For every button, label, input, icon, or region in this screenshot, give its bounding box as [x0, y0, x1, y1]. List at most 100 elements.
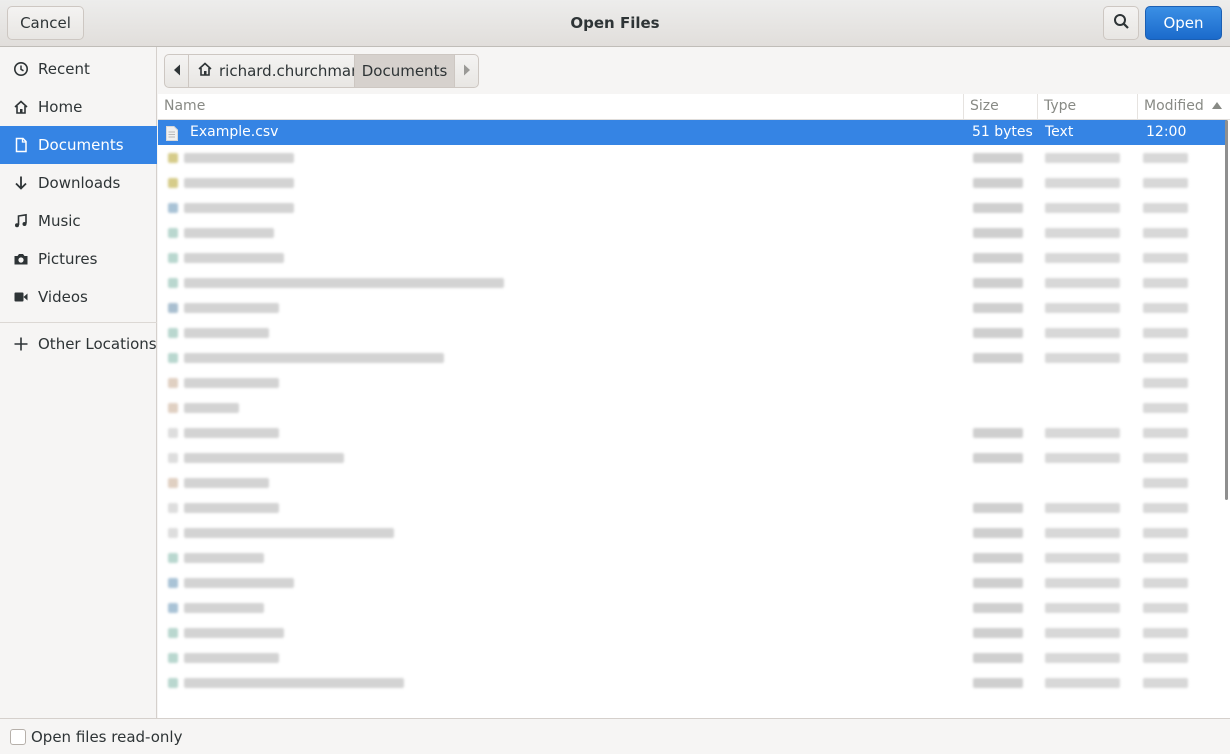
sidebar-item-downloads[interactable]: Downloads — [0, 164, 157, 202]
open-button[interactable]: Open — [1145, 6, 1222, 40]
sidebar-item-documents[interactable]: Documents — [0, 126, 157, 164]
obscured-file-type — [1045, 453, 1120, 463]
table-row[interactable]: Example.csv 51 bytes Text 12:00 — [158, 120, 1227, 145]
dialog-footer: Open files read-only — [0, 718, 1230, 754]
list-item[interactable] — [158, 445, 1227, 470]
music-icon — [12, 213, 30, 229]
path-back-button[interactable] — [164, 54, 189, 88]
obscured-file-size — [973, 528, 1023, 538]
list-item[interactable] — [158, 495, 1227, 520]
obscured-file-size — [973, 603, 1023, 613]
sidebar-item-label: Other Locations — [38, 335, 157, 353]
obscured-file-modified — [1143, 153, 1188, 163]
file-icon — [168, 428, 178, 438]
cancel-button[interactable]: Cancel — [7, 6, 84, 40]
sidebar-divider — [0, 322, 157, 323]
sidebar-item-recent[interactable]: Recent — [0, 50, 157, 88]
sidebar-item-music[interactable]: Music — [0, 202, 157, 240]
list-item[interactable] — [158, 270, 1227, 295]
obscured-file-size — [973, 303, 1023, 313]
list-item[interactable] — [158, 670, 1227, 695]
obscured-file-modified — [1143, 528, 1188, 538]
obscured-file-modified — [1143, 328, 1188, 338]
sort-ascending-icon — [1212, 102, 1222, 109]
list-item[interactable] — [158, 395, 1227, 420]
sidebar-item-label: Music — [38, 212, 81, 230]
obscured-file-modified — [1143, 478, 1188, 488]
obscured-file-name — [184, 253, 284, 263]
file-icon — [168, 253, 178, 263]
obscured-file-name — [184, 278, 504, 288]
obscured-file-modified — [1143, 628, 1188, 638]
list-item[interactable] — [158, 645, 1227, 670]
list-item[interactable] — [158, 570, 1227, 595]
file-icon — [168, 303, 178, 313]
sidebar-item-label: Downloads — [38, 174, 121, 192]
list-item[interactable] — [158, 545, 1227, 570]
obscured-file-name — [184, 428, 279, 438]
file-icon — [168, 578, 178, 588]
list-item[interactable] — [158, 220, 1227, 245]
plus-icon — [12, 336, 30, 352]
sidebar-item-videos[interactable]: Videos — [0, 278, 157, 316]
obscured-file-type — [1045, 278, 1120, 288]
sidebar-item-label: Recent — [38, 60, 90, 78]
download-icon — [12, 175, 30, 191]
obscured-file-size — [973, 628, 1023, 638]
obscured-file-name — [184, 503, 279, 513]
obscured-file-name — [184, 303, 279, 313]
path-forward-button[interactable] — [454, 54, 479, 88]
list-item[interactable] — [158, 195, 1227, 220]
vertical-scrollbar[interactable] — [1225, 120, 1228, 500]
sidebar-item-home[interactable]: Home — [0, 88, 157, 126]
obscured-file-type — [1045, 153, 1120, 163]
obscured-file-size — [973, 503, 1023, 513]
file-icon — [168, 453, 178, 463]
path-home-button[interactable]: richard.churchman — [188, 54, 361, 88]
file-icon — [168, 328, 178, 338]
obscured-file-name — [184, 353, 444, 363]
list-item[interactable] — [158, 370, 1227, 395]
path-documents-button[interactable]: Documents — [354, 54, 455, 88]
search-button[interactable] — [1103, 6, 1139, 40]
list-item[interactable] — [158, 245, 1227, 270]
file-icon — [168, 278, 178, 288]
obscured-file-type — [1045, 203, 1120, 213]
obscured-file-type — [1045, 428, 1120, 438]
obscured-file-name — [184, 528, 394, 538]
obscured-file-size — [973, 203, 1023, 213]
file-size: 51 bytes — [972, 124, 1033, 140]
obscured-file-type — [1045, 653, 1120, 663]
list-item[interactable] — [158, 620, 1227, 645]
file-icon — [168, 403, 178, 413]
list-item[interactable] — [158, 345, 1227, 370]
search-icon — [1113, 13, 1130, 34]
list-item[interactable] — [158, 170, 1227, 195]
sidebar-item-pictures[interactable]: Pictures — [0, 240, 157, 278]
obscured-file-modified — [1143, 278, 1188, 288]
list-item[interactable] — [158, 420, 1227, 445]
file-icon — [168, 503, 178, 513]
obscured-file-name — [184, 378, 279, 388]
obscured-file-size — [973, 178, 1023, 188]
obscured-file-modified — [1143, 303, 1188, 313]
column-modified[interactable]: Modified — [1138, 94, 1230, 119]
obscured-file-name — [184, 153, 294, 163]
column-size[interactable]: Size — [964, 94, 1038, 119]
list-item[interactable] — [158, 145, 1227, 170]
file-icon — [168, 203, 178, 213]
list-item[interactable] — [158, 295, 1227, 320]
column-name[interactable]: Name — [158, 94, 964, 119]
list-item[interactable] — [158, 470, 1227, 495]
obscured-file-modified — [1143, 578, 1188, 588]
file-list[interactable]: Name Size Type Modified Example.csv 51 b… — [158, 94, 1230, 718]
obscured-file-size — [973, 253, 1023, 263]
column-type[interactable]: Type — [1038, 94, 1138, 119]
obscured-file-name — [184, 678, 404, 688]
sidebar-item-other-locations[interactable]: Other Locations — [0, 325, 157, 363]
read-only-checkbox[interactable] — [10, 728, 26, 745]
list-item[interactable] — [158, 320, 1227, 345]
file-icon — [168, 653, 178, 663]
list-item[interactable] — [158, 520, 1227, 545]
list-item[interactable] — [158, 595, 1227, 620]
